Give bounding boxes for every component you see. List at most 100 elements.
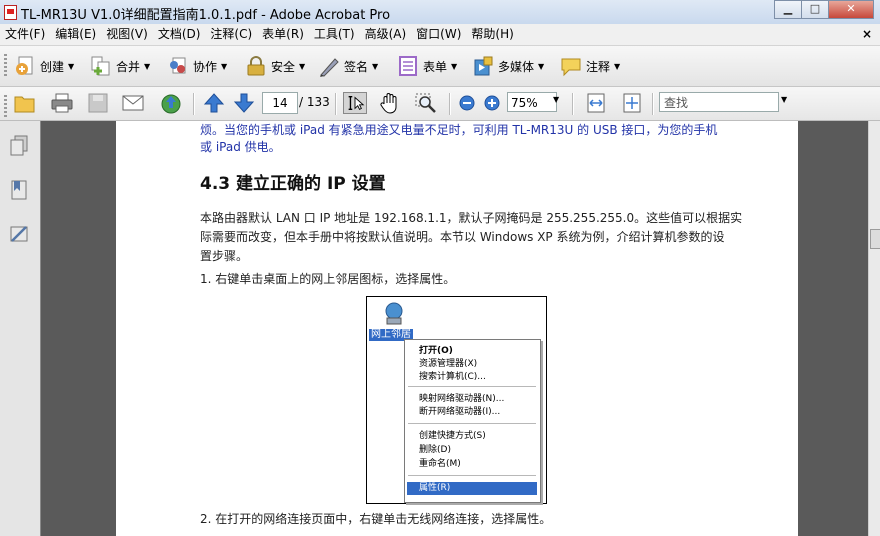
menu-document[interactable]: 文档(D): [153, 24, 206, 45]
combine-label: 合并: [116, 59, 141, 74]
zoom-out-icon[interactable]: [455, 92, 479, 114]
signatures-panel-icon[interactable]: [9, 223, 29, 245]
zoom-level-input[interactable]: 75%: [507, 92, 557, 112]
toolbar-separator: [572, 93, 574, 115]
menu-tools[interactable]: 工具(T): [309, 24, 360, 45]
multimedia-button[interactable]: 多媒体 ▼: [472, 53, 544, 79]
document-close-icon[interactable]: ×: [862, 27, 872, 41]
close-button[interactable]: ✕: [828, 0, 874, 19]
chevron-down-icon: ▼: [144, 61, 151, 71]
menu-file[interactable]: 文件(F): [0, 24, 50, 45]
collaborate-icon: [170, 57, 186, 74]
vertical-scrollbar[interactable]: [868, 121, 880, 536]
bookmarks-panel-icon[interactable]: [9, 179, 29, 201]
doc-paragraph-line: 置步骤。: [200, 249, 249, 263]
form-icon: [399, 56, 417, 76]
fit-page-icon[interactable]: [620, 92, 644, 114]
comment-label: 注释: [586, 59, 611, 74]
page-number-input[interactable]: 14: [262, 92, 298, 114]
hand-tool-icon[interactable]: [378, 92, 402, 114]
toolbar-separator: [335, 93, 337, 115]
search-input[interactable]: 查找: [659, 92, 779, 112]
menu-forms[interactable]: 表单(R): [257, 24, 309, 45]
print-icon[interactable]: [50, 92, 74, 114]
navigation-toolbar: 14 / 133 75% ▼ 查找 ▼: [0, 87, 880, 121]
chevron-down-icon: ▼: [614, 61, 621, 71]
menu-advanced[interactable]: 高级(A): [360, 24, 412, 45]
lock-icon: [247, 56, 265, 76]
security-label: 安全: [271, 59, 296, 74]
pdf-file-icon: [4, 5, 17, 20]
maximize-button[interactable]: □: [801, 0, 829, 19]
embedded-screenshot: 网上邻居 打开(O) 资源管理器(X) 搜索计算机(C)... 映射网络驱动器(…: [366, 296, 547, 504]
create-button[interactable]: 创建 ▼: [14, 53, 74, 79]
context-menu-item: 断开网络驱动器(I)...: [419, 407, 501, 417]
doc-paragraph-line: 际需要而改变，但本手册中将按默认值说明。本节以 Windows XP 系统为例，…: [200, 230, 725, 244]
section-heading: 4.3 建立正确的 IP 设置: [200, 174, 386, 194]
context-menu-item: 属性(R): [419, 483, 451, 493]
toolbar-separator: [449, 93, 451, 115]
pdf-page: 烦。当您的手机或 iPad 有紧急用途又电量不足时，可利用 TL-MR13U 的…: [116, 121, 798, 536]
step-1-text: 1. 右键单击桌面上的网上邻居图标，选择属性。: [200, 272, 456, 286]
navigation-pane: [0, 121, 41, 536]
zoom-dropdown-icon[interactable]: ▼: [553, 95, 559, 104]
sign-button[interactable]: 签名 ▼: [318, 53, 378, 79]
create-pdf-icon: [16, 56, 33, 75]
toolbar-separator: [193, 93, 195, 115]
create-label: 创建: [40, 59, 65, 74]
scrollbar-thumb[interactable]: [870, 229, 880, 249]
comment-icon: [561, 58, 581, 77]
forms-label: 表单: [423, 59, 448, 74]
minimize-button[interactable]: ▁: [774, 0, 802, 19]
toolbar-separator: [652, 93, 654, 115]
zoom-in-icon[interactable]: [480, 92, 504, 114]
open-folder-icon[interactable]: [13, 92, 37, 114]
network-places-icon: [385, 302, 403, 325]
context-menu-item-selected: 属性(R): [407, 482, 537, 495]
menu-view[interactable]: 视图(V): [101, 24, 153, 45]
menu-separator: [408, 423, 536, 424]
toolbar-grip[interactable]: [4, 54, 7, 78]
step-2-text: 2. 在打开的网络连接页面中，右键单击无线网络连接，选择属性。: [200, 512, 552, 526]
menu-comments[interactable]: 注释(C): [205, 24, 257, 45]
pages-panel-icon[interactable]: [9, 135, 29, 157]
save-icon[interactable]: [86, 92, 110, 114]
combine-button[interactable]: 合并 ▼: [90, 53, 150, 79]
fit-width-icon[interactable]: [584, 92, 608, 114]
collaborate-button[interactable]: 协作 ▼: [167, 53, 227, 79]
comment-button[interactable]: 注释 ▼: [560, 53, 620, 79]
context-menu-item: 资源管理器(X): [419, 359, 478, 369]
context-menu-item: 打开(O): [419, 346, 453, 356]
email-icon[interactable]: [121, 92, 145, 114]
menu-separator: [408, 475, 536, 476]
window-title: TL-MR13U V1.0详细配置指南1.0.1.pdf - Adobe Acr…: [21, 8, 391, 23]
chevron-down-icon: ▼: [221, 61, 228, 71]
menu-window[interactable]: 窗口(W): [411, 24, 466, 45]
forms-button[interactable]: 表单 ▼: [397, 53, 457, 79]
next-page-icon[interactable]: [232, 92, 256, 114]
chevron-down-icon: ▼: [68, 61, 75, 71]
doc-paragraph-line: 本路由器默认 LAN 口 IP 地址是 192.168.1.1，默认子网掩码是 …: [200, 211, 743, 225]
menu-edit[interactable]: 编辑(E): [50, 24, 101, 45]
previous-page-icon[interactable]: [202, 92, 226, 114]
context-menu-item: 重命名(M): [419, 459, 461, 469]
search-dropdown-icon[interactable]: ▼: [781, 95, 787, 104]
chevron-down-icon: ▼: [372, 61, 379, 71]
menu-bar: 文件(F) 编辑(E) 视图(V) 文档(D) 注释(C) 表单(R) 工具(T…: [0, 24, 880, 46]
toolbar-grip[interactable]: [4, 95, 7, 119]
menu-separator: [408, 386, 536, 387]
web-upload-icon[interactable]: [159, 92, 183, 114]
chevron-down-icon: ▼: [451, 61, 458, 71]
chevron-down-icon: ▼: [538, 61, 545, 71]
pen-icon: [320, 58, 339, 77]
context-menu: 打开(O) 资源管理器(X) 搜索计算机(C)... 映射网络驱动器(N)...…: [404, 339, 541, 503]
security-button[interactable]: 安全 ▼: [245, 53, 305, 79]
document-viewport[interactable]: 烦。当您的手机或 iPad 有紧急用途又电量不足时，可利用 TL-MR13U 的…: [41, 121, 868, 536]
combine-icon: [91, 56, 110, 76]
page-count: / 133: [299, 95, 330, 109]
select-text-icon[interactable]: [343, 92, 367, 114]
menu-help[interactable]: 帮助(H): [466, 24, 518, 45]
marquee-zoom-icon[interactable]: [414, 92, 438, 114]
collaborate-label: 协作: [193, 59, 218, 74]
tasks-toolbar: 创建 ▼ 合并 ▼ 协作 ▼ 安全 ▼ 签名 ▼ 表单 ▼ 多媒体 ▼ 注释 ▼: [0, 46, 880, 87]
